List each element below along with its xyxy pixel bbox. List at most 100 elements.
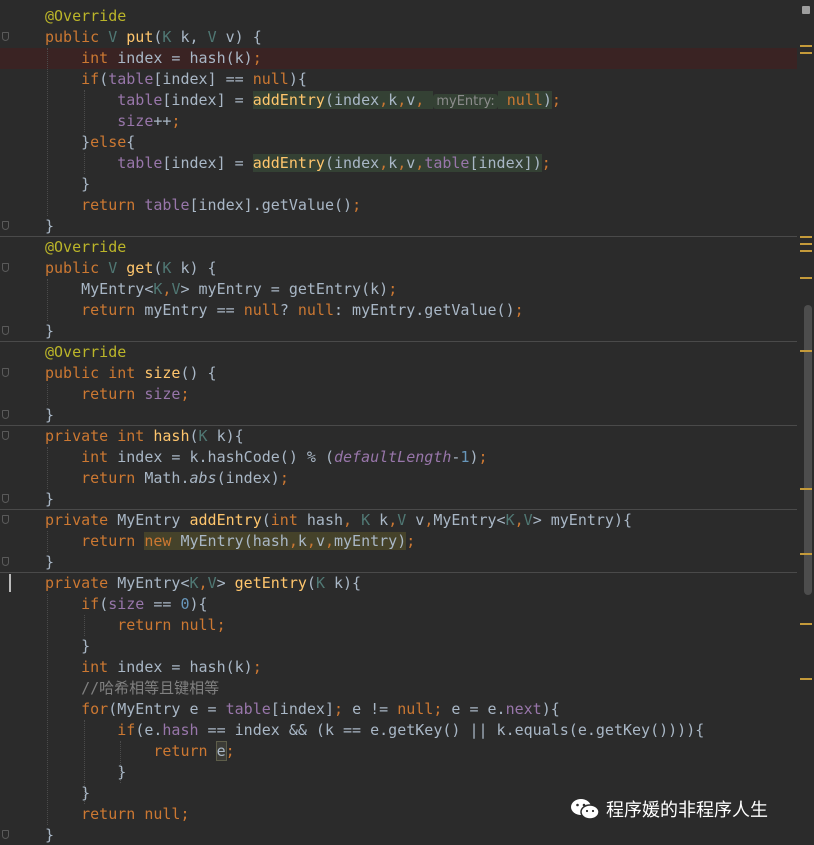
code-token: k){ <box>334 574 362 592</box>
code-token: } <box>45 322 55 340</box>
error-stripe-marker[interactable] <box>800 236 812 238</box>
code-line[interactable]: } <box>45 825 54 845</box>
code-line[interactable]: } <box>45 636 90 657</box>
code-token: MyEntry <box>117 511 190 529</box>
code-editor[interactable]: @Override public V put(K k, V v) { int in… <box>0 0 814 845</box>
code-token: hash <box>153 427 190 445</box>
fold-marker[interactable] <box>2 263 9 272</box>
fold-marker[interactable] <box>2 368 9 377</box>
code-line[interactable]: public V put(K k, V v) { <box>45 27 262 48</box>
code-token: private <box>45 511 118 529</box>
error-stripe-marker[interactable] <box>800 678 812 680</box>
code-line[interactable]: } <box>45 489 54 510</box>
error-stripe-marker[interactable] <box>800 488 812 490</box>
error-stripe-marker[interactable] <box>800 553 812 555</box>
code-token: { <box>126 133 136 151</box>
code-line[interactable]: return table[index].getValue(); <box>45 195 361 216</box>
code-line[interactable]: } <box>45 405 54 426</box>
code-token: ( <box>99 595 109 613</box>
code-line[interactable]: } <box>45 552 54 573</box>
fold-marker[interactable] <box>2 326 9 335</box>
code-line[interactable]: for(MyEntry e = table[index]; e != null;… <box>45 699 560 720</box>
code-line[interactable]: int index = k.hashCode() % (defaultLengt… <box>45 447 487 468</box>
code-line[interactable]: //哈希相等且键相等 <box>45 678 219 699</box>
code-line[interactable]: if(table[index] == null){ <box>45 69 307 90</box>
code-line[interactable]: } <box>45 174 90 195</box>
code-token: , <box>388 511 398 529</box>
code-token: null <box>252 70 289 88</box>
code-line[interactable]: } <box>45 321 54 342</box>
error-stripe-marker[interactable] <box>800 350 812 352</box>
scrollbar-track[interactable] <box>797 0 814 845</box>
editor-gutter[interactable] <box>0 0 18 845</box>
error-stripe-marker[interactable] <box>800 243 812 245</box>
code-line[interactable]: if(e.hash == index && (k == e.getKey() |… <box>45 720 704 741</box>
fold-marker[interactable] <box>2 515 9 524</box>
code-line[interactable]: return e; <box>45 741 235 762</box>
code-token: [index].getValue() <box>189 196 353 214</box>
code-token: if <box>81 595 100 613</box>
code-token: ++ <box>153 112 172 130</box>
code-line[interactable]: private MyEntry addEntry(int hash, K k,V… <box>45 510 632 531</box>
code-token: defaultLength <box>334 448 452 466</box>
code-token: ; <box>171 112 181 130</box>
code-line[interactable]: int index = hash(k); <box>45 48 262 69</box>
code-token: else <box>90 133 127 151</box>
fold-marker[interactable] <box>2 830 9 839</box>
fold-marker[interactable] <box>2 431 9 440</box>
code-token: K <box>162 259 181 277</box>
code-line[interactable]: return myEntry == null? null: myEntry.ge… <box>45 300 524 321</box>
error-stripe-marker[interactable] <box>800 45 812 47</box>
code-line[interactable]: return null; <box>45 615 225 636</box>
code-line[interactable]: return Math.abs(index); <box>45 468 289 489</box>
code-line[interactable]: @Override <box>45 342 126 363</box>
fold-marker[interactable] <box>2 410 9 419</box>
code-line[interactable]: @Override <box>45 6 126 27</box>
code-token: table <box>424 154 470 172</box>
code-line[interactable]: } <box>45 216 54 237</box>
fold-marker[interactable] <box>2 557 9 566</box>
code-line[interactable]: } <box>45 762 126 783</box>
fold-marker[interactable] <box>2 221 9 230</box>
code-line[interactable]: public V get(K k) { <box>45 258 217 279</box>
code-token: ( <box>306 574 316 592</box>
code-line[interactable]: if(size == 0){ <box>45 594 207 615</box>
code-token: 0 <box>180 595 190 613</box>
code-line[interactable]: private MyEntry<K,V> getEntry(K k){ <box>45 573 361 594</box>
scrollbar-thumb[interactable] <box>804 305 812 595</box>
code-line[interactable]: return null; <box>45 804 189 825</box>
code-line[interactable]: } <box>45 783 90 804</box>
code-token: hash <box>306 511 344 529</box>
code-token: MyEntry< <box>81 280 154 298</box>
code-line[interactable]: return size; <box>45 384 189 405</box>
code-token: table <box>117 154 163 172</box>
code-line[interactable]: table[index] = addEntry(index,k,v,table[… <box>45 153 551 174</box>
code-token: (index) <box>216 469 280 487</box>
code-line[interactable]: table[index] = addEntry(index,k,v, myEnt… <box>45 90 561 111</box>
inspection-status-icon[interactable] <box>802 6 810 14</box>
code-token: == index && (k == e.getKey() || k.equals… <box>198 721 705 739</box>
error-stripe-marker[interactable] <box>800 250 812 252</box>
code-line[interactable]: }else{ <box>45 132 135 153</box>
error-stripe-marker[interactable] <box>800 52 812 54</box>
error-stripe-marker[interactable] <box>800 623 812 625</box>
fold-marker[interactable] <box>2 494 9 503</box>
code-token: } <box>81 784 91 802</box>
code-token: , <box>415 154 425 172</box>
code-line[interactable]: int index = hash(k); <box>45 657 262 678</box>
code-line[interactable]: size++; <box>45 111 180 132</box>
code-line[interactable]: return new MyEntry(hash,k,v,myEntry); <box>45 531 415 552</box>
code-line[interactable]: MyEntry<K,V> myEntry = getEntry(k); <box>45 279 397 300</box>
code-token: index = hash(k) <box>117 658 253 676</box>
code-line[interactable]: public int size() { <box>45 363 217 384</box>
code-line[interactable]: @Override <box>45 237 126 258</box>
fold-marker[interactable] <box>2 32 9 41</box>
code-token: ; <box>551 91 561 109</box>
code-line[interactable]: private int hash(K k){ <box>45 426 244 447</box>
error-stripe-marker[interactable] <box>800 277 812 279</box>
